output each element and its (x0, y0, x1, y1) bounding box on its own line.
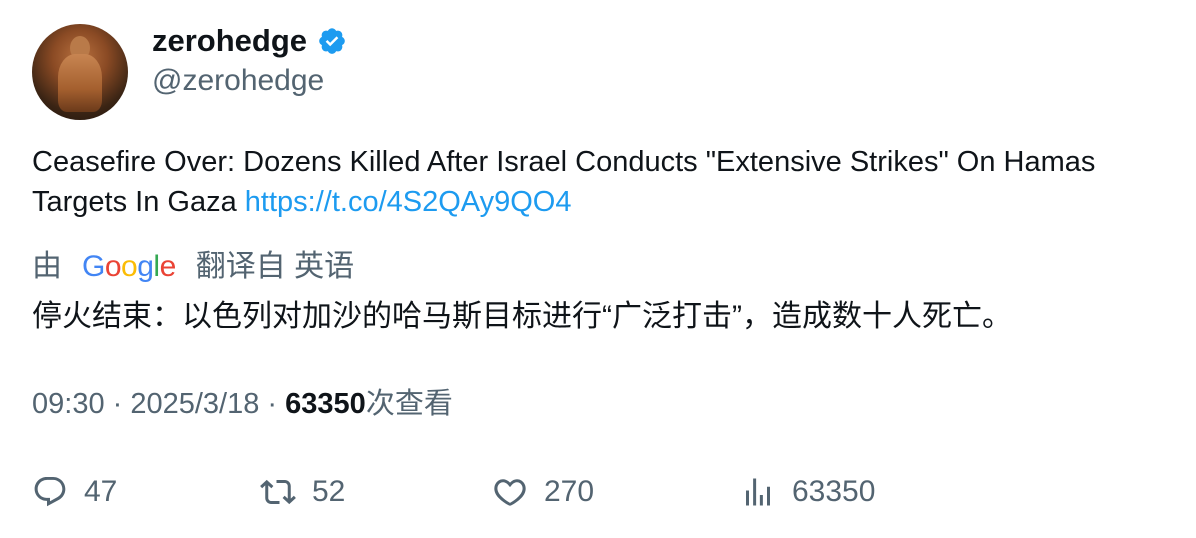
heart-icon (494, 479, 526, 506)
reply-icon (34, 477, 66, 507)
views-button[interactable]: 63350 (740, 470, 875, 514)
verified-badge-icon (319, 28, 345, 54)
reply-count: 47 (84, 475, 118, 508)
user-handle[interactable]: @zerohedge (152, 62, 324, 100)
reply-button[interactable]: 47 (32, 470, 117, 514)
avatar-torso (58, 54, 102, 112)
meta-separator-2: · (259, 388, 286, 420)
google-logo: Google (82, 250, 176, 283)
tweet-meta: 09:30 · 2025/3/18 · 63350次查看 (32, 384, 453, 424)
tweet-date[interactable]: 2025/3/18 (130, 388, 259, 420)
tweet-text: Ceasefire Over: Dozens Killed After Isra… (32, 142, 1162, 222)
action-bar: 47 52 270 63350 (32, 470, 1032, 514)
meta-separator: · (104, 388, 131, 420)
retweet-icon (260, 479, 296, 505)
display-name[interactable]: zerohedge (152, 22, 307, 60)
like-button[interactable]: 270 (492, 470, 594, 514)
retweet-button[interactable]: 52 (260, 470, 345, 514)
translated-text: 停火结束：以色列对加沙的哈马斯目标进行“广泛打击”，造成数十人死亡。 (32, 300, 1012, 333)
like-count: 270 (544, 475, 595, 508)
tweet-time[interactable]: 09:30 (32, 388, 105, 420)
avatar[interactable] (32, 24, 128, 120)
analytics-icon (746, 478, 770, 506)
translation-prefix: 由 (32, 250, 62, 283)
display-name-row[interactable]: zerohedge (152, 22, 347, 60)
views-label: 次查看 (365, 388, 453, 420)
translation-suffix: 翻译自 英语 (195, 250, 355, 283)
views-stat: 63350 (792, 475, 876, 508)
tweet-link[interactable]: https://t.co/4S2QAy9QO4 (245, 186, 572, 218)
retweet-count: 52 (312, 475, 346, 508)
translation-attribution: 由 Google 翻译自 英语 (32, 246, 354, 288)
views-count: 63350 (285, 388, 366, 420)
